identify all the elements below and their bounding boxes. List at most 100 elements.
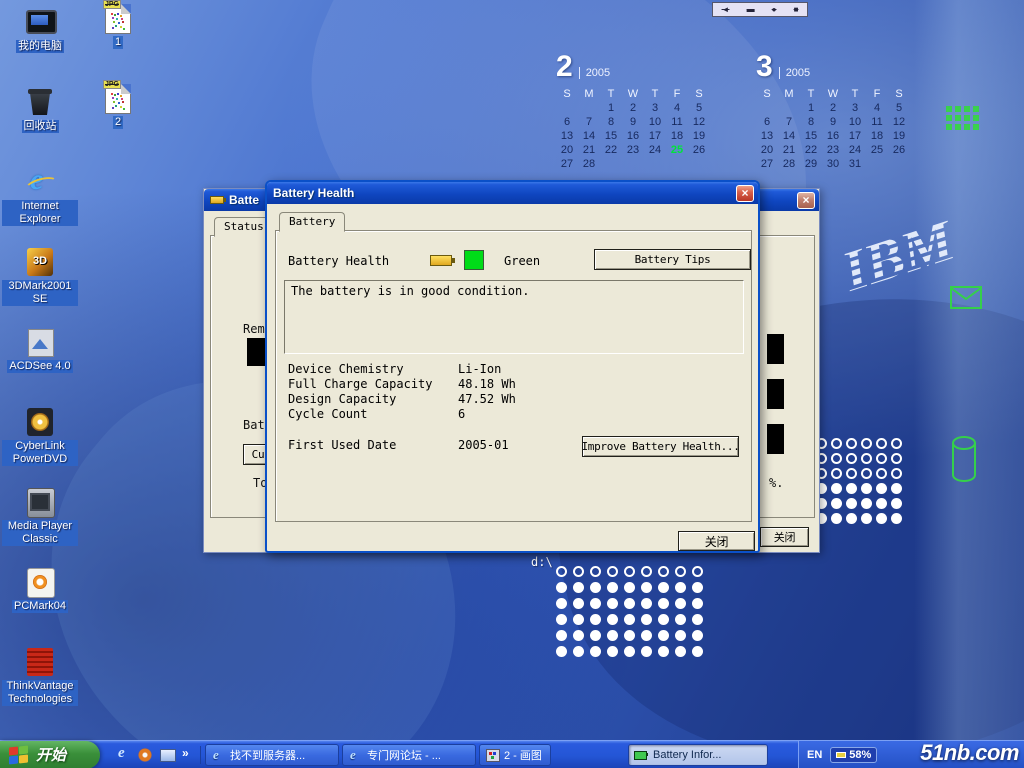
ie-icon bbox=[23, 166, 57, 198]
calendar-date: 23 bbox=[822, 144, 844, 158]
drive-label: d:\ bbox=[531, 555, 553, 569]
ie-icon[interactable] bbox=[114, 746, 132, 764]
media-player-icon[interactable] bbox=[136, 746, 154, 764]
wallpaper-dot bbox=[607, 646, 618, 657]
wallpaper-dot bbox=[861, 438, 872, 449]
calendar-date bbox=[644, 158, 666, 172]
task-label: 2 - 画图 bbox=[504, 747, 542, 763]
calendar-date: 9 bbox=[822, 116, 844, 130]
show-desktop-icon[interactable] bbox=[158, 746, 176, 764]
battery-tips-button[interactable]: Battery Tips bbox=[594, 249, 751, 270]
taskbar-task-2[interactable]: 专门网论坛 - ... bbox=[342, 744, 476, 766]
taskbar-task-1[interactable]: 找不到服务器... bbox=[205, 744, 339, 766]
desktop-icon-label: 回收站 bbox=[22, 120, 59, 133]
desktop-icon-powerdvd[interactable]: CyberLink PowerDVD bbox=[2, 406, 78, 486]
calendar-date: 16 bbox=[622, 130, 644, 144]
calendar-date: 9 bbox=[622, 116, 644, 130]
calendar-day-header: S bbox=[888, 88, 910, 102]
calendar-day-header: F bbox=[666, 88, 688, 102]
desktop-icon-acdsee[interactable]: ACDSee 4.0 bbox=[2, 326, 78, 406]
calendar-date: 8 bbox=[800, 116, 822, 130]
speaker-icon bbox=[722, 6, 730, 14]
calendar-date bbox=[578, 102, 600, 116]
calendar-date: 2 bbox=[822, 102, 844, 116]
file-icon-1[interactable]: JPG1 bbox=[92, 4, 144, 84]
wallpaper-dot bbox=[861, 468, 872, 479]
battery-gauge-fragment bbox=[767, 424, 784, 454]
start-button[interactable]: 开始 bbox=[0, 741, 100, 768]
dialog-titlebar[interactable]: Battery Health × bbox=[267, 182, 758, 204]
tray-battery-indicator[interactable]: 58% bbox=[830, 747, 877, 763]
ie-icon bbox=[348, 748, 363, 762]
battery-health-dialog: Battery Health × Battery Battery Health … bbox=[265, 180, 760, 553]
wallpaper-dot bbox=[573, 566, 584, 577]
desktop-icon-label: Media Player Classic bbox=[2, 520, 78, 546]
battery-icon bbox=[634, 748, 649, 762]
desktop-icon-thinkvantage[interactable]: ThinkVantage Technologies bbox=[2, 646, 78, 726]
calendar-date: 5 bbox=[688, 102, 710, 116]
close-button[interactable]: 关闭 bbox=[678, 531, 755, 551]
wallpaper-dot bbox=[831, 468, 842, 479]
close-icon[interactable]: × bbox=[736, 185, 754, 202]
battery-field-row: Device Chemistry Li-Ion bbox=[288, 362, 738, 377]
file-icon-2[interactable]: JPG2 bbox=[92, 84, 144, 164]
desktop-icon-label: PCMark04 bbox=[12, 600, 68, 613]
wallpaper-dot bbox=[675, 614, 686, 625]
calendar-date bbox=[866, 158, 888, 172]
taskbar-task-3[interactable]: 2 - 画图 bbox=[479, 744, 551, 766]
ie-icon bbox=[211, 748, 226, 762]
keypad-cell bbox=[946, 124, 952, 130]
wallpaper-dot bbox=[692, 646, 703, 657]
desktop-icon-recycle-bin[interactable]: 回收站 bbox=[2, 86, 78, 166]
calendar-date: 28 bbox=[578, 158, 600, 172]
desktop-icon-mpc[interactable]: Media Player Classic bbox=[2, 486, 78, 566]
desktop-icon-3dmark[interactable]: 3DMark2001 SE bbox=[2, 246, 78, 326]
desktop-icon-ie[interactable]: Internet Explorer bbox=[2, 166, 78, 246]
desktop-icon-pcmark[interactable]: PCMark04 bbox=[2, 566, 78, 646]
calendar-date: 25 bbox=[666, 144, 688, 158]
calendar-date: 3 bbox=[844, 102, 866, 116]
wallpaper-dot bbox=[861, 483, 872, 494]
tab-battery[interactable]: Battery bbox=[279, 212, 345, 232]
jpg-file-icon: JPG bbox=[105, 84, 131, 114]
language-indicator[interactable]: EN bbox=[807, 749, 822, 761]
calendar-day-header: T bbox=[644, 88, 666, 102]
battery-field-row: Cycle Count6 bbox=[288, 407, 738, 422]
wallpaper-dot bbox=[556, 646, 567, 657]
close-icon[interactable]: × bbox=[797, 192, 815, 209]
calendar-header: 32005 bbox=[756, 52, 916, 84]
calendar-date: 21 bbox=[578, 144, 600, 158]
calendar-day-header: M bbox=[778, 88, 800, 102]
wallpaper-dot bbox=[891, 513, 902, 524]
wallpaper-dot bbox=[891, 438, 902, 449]
field-label: Device Chemistry bbox=[288, 362, 404, 376]
wallpaper-dot bbox=[831, 453, 842, 464]
calendar-date bbox=[556, 102, 578, 116]
file-icon-label: 1 bbox=[113, 36, 123, 49]
wallpaper-dot bbox=[692, 566, 703, 577]
my-computer-icon bbox=[23, 6, 57, 38]
wallpaper-dot bbox=[641, 582, 652, 593]
close-button[interactable]: 关闭 bbox=[760, 527, 809, 547]
wallpaper-dot bbox=[876, 438, 887, 449]
taskbar-task-4[interactable]: Battery Infor... bbox=[628, 744, 768, 766]
calendar-date bbox=[622, 158, 644, 172]
field-value: Li-Ion bbox=[458, 362, 501, 376]
desktop-icon-label: 我的电脑 bbox=[16, 40, 64, 53]
osd-panel[interactable] bbox=[712, 2, 808, 17]
calendar-date: 24 bbox=[844, 144, 866, 158]
calendar-date: 19 bbox=[688, 130, 710, 144]
battery-icon bbox=[430, 255, 452, 266]
battery-tab-page: Battery Health Green Battery Tips The ba… bbox=[275, 230, 752, 522]
desktop-icon-my-computer[interactable]: 我的电脑 bbox=[2, 6, 78, 86]
desktop-icons: 我的电脑回收站 Internet Explorer3DMark2001 SEACD… bbox=[2, 6, 78, 726]
calendar-date: 19 bbox=[888, 130, 910, 144]
powerdvd-icon bbox=[23, 406, 57, 438]
improve-battery-health-button[interactable]: Improve Battery Health... bbox=[582, 436, 739, 457]
more-chevron[interactable] bbox=[180, 746, 192, 764]
calendar-date: 17 bbox=[644, 130, 666, 144]
wallpaper-dot bbox=[891, 468, 902, 479]
jpg-file-icons: JPG1JPG2 bbox=[92, 4, 144, 164]
calendar-date: 20 bbox=[756, 144, 778, 158]
wallpaper-dot bbox=[573, 582, 584, 593]
